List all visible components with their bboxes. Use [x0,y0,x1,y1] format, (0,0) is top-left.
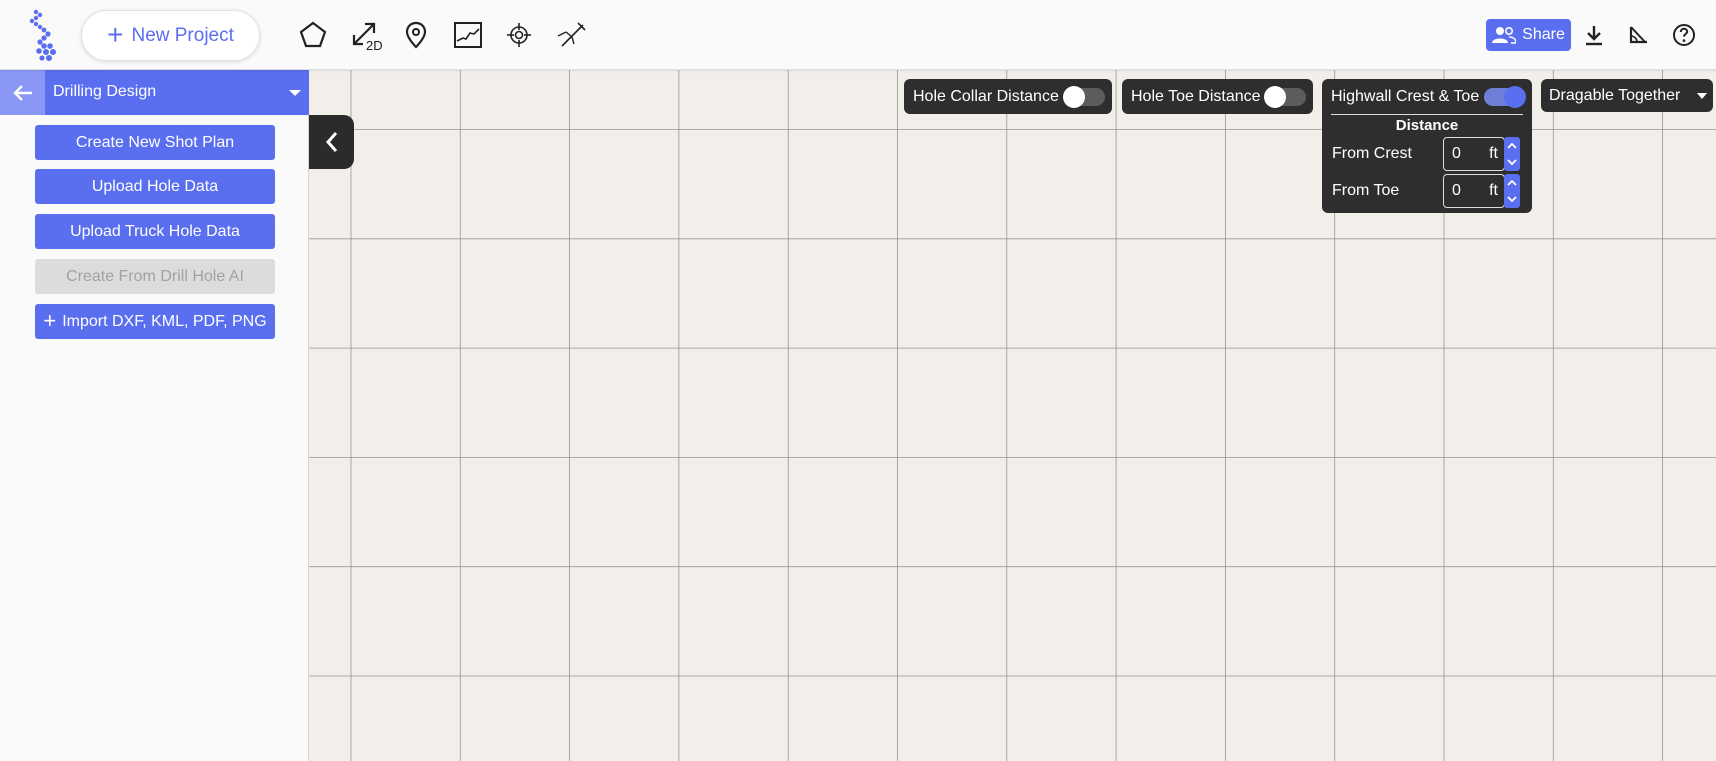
import-files-button[interactable]: + Import DXF, KML, PDF, PNG [35,304,275,339]
sidebar-title: Drilling Design [53,83,157,100]
from-toe-value: 0 [1452,182,1461,199]
measure-2d-badge: 2D [366,38,383,53]
plus-icon: + [107,18,124,50]
app-logo-icon[interactable] [25,8,63,62]
location-pin-icon [405,21,427,49]
plus-icon: + [43,307,57,333]
chevron-up-icon[interactable] [1504,174,1520,191]
collapse-sidebar-button[interactable] [309,115,354,169]
download-icon [1586,26,1602,46]
from-crest-stepper[interactable] [1504,137,1520,171]
toggle-knob [1264,86,1286,108]
chevron-down-icon[interactable] [289,90,301,96]
from-crest-input[interactable]: 0 ft [1443,137,1505,171]
dragable-together-dropdown[interactable]: Dragable Together [1541,79,1713,112]
highwall-crest-toe-toggle[interactable] [1484,86,1526,108]
profile-chart-tool-button[interactable] [449,16,487,54]
drill-tool-button[interactable] [553,16,591,54]
hole-collar-distance-label: Hole Collar Distance [913,88,1059,105]
new-project-label: New Project [131,24,234,46]
target-icon [507,23,531,47]
share-label: Share [1522,26,1565,43]
chevron-down-icon[interactable] [1504,191,1520,208]
from-toe-input[interactable]: 0 ft [1443,174,1505,208]
chevron-up-icon[interactable] [1504,137,1520,154]
button-label: Import DXF, KML, PDF, PNG [62,312,267,330]
chevron-down-icon[interactable] [1504,154,1520,171]
button-label: Create New Shot Plan [75,133,235,151]
from-crest-label: From Crest [1332,145,1412,162]
unit-label: ft [1489,182,1498,199]
hole-toe-distance-panel: Hole Toe Distance [1122,79,1313,114]
arrow-left-icon [12,84,32,101]
hole-toe-distance-toggle[interactable] [1264,86,1306,108]
from-crest-value: 0 [1452,145,1461,162]
from-toe-stepper[interactable] [1504,174,1520,208]
hole-collar-distance-toggle[interactable] [1063,86,1105,108]
upload-truck-hole-data-button[interactable]: Upload Truck Hole Data [35,214,275,249]
toggle-knob [1063,86,1085,108]
target-tool-button[interactable] [500,16,538,54]
hole-toe-distance-label: Hole Toe Distance [1131,88,1261,105]
help-circle-icon [1673,24,1695,46]
button-label: Upload Hole Data [91,177,219,195]
hole-collar-distance-panel: Hole Collar Distance [904,79,1112,114]
polygon-tool-button[interactable] [294,16,332,54]
upload-hole-data-button[interactable]: Upload Hole Data [35,169,275,204]
download-button[interactable] [1579,20,1609,50]
help-button[interactable] [1669,20,1699,50]
caret-down-icon [1697,93,1707,99]
people-icon [1492,26,1517,44]
highwall-crest-toe-label: Highwall Crest & Toe [1331,88,1480,105]
sidebar: Drilling Design Create New Shot Plan Upl… [0,70,309,761]
toggle-knob [1504,86,1526,108]
angle-measure-button[interactable] [1623,20,1653,50]
sidebar-header: Drilling Design [0,70,309,115]
drill-icon [557,22,586,47]
create-from-drill-hole-ai-button: Create From Drill Hole AI [35,259,275,294]
location-pin-tool-button[interactable] [397,16,435,54]
new-project-button[interactable]: + New Project [81,10,260,61]
top-bar: + New Project 2D Share [0,0,1716,70]
chevron-left-icon [325,132,337,152]
measure-2d-tool-button[interactable]: 2D [348,16,388,54]
button-label: Upload Truck Hole Data [70,222,240,240]
angle-icon [1629,26,1647,44]
distance-section-title: Distance [1395,117,1459,134]
panel-divider [1331,114,1523,115]
button-label: Create From Drill Hole AI [66,267,244,285]
highwall-crest-toe-panel: Highwall Crest & Toe Distance From Crest… [1322,79,1532,213]
back-button[interactable] [0,70,45,115]
unit-label: ft [1489,145,1498,162]
create-new-shot-plan-button[interactable]: Create New Shot Plan [35,125,275,160]
from-toe-label: From Toe [1332,182,1400,199]
polygon-icon [299,21,327,48]
share-button[interactable]: Share [1486,19,1571,51]
dragable-together-label: Dragable Together [1549,87,1681,104]
profile-chart-icon [454,22,482,48]
